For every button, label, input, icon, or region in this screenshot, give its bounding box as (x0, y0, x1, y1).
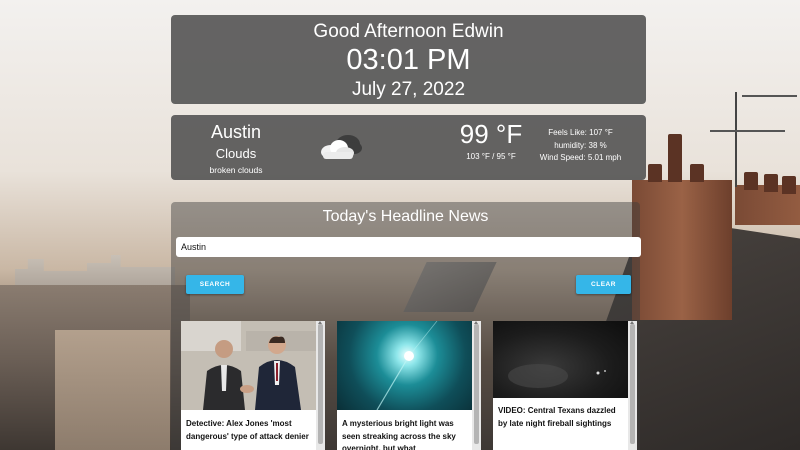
news-panel: Today's Headline News SEARCH CLEAR (171, 202, 641, 450)
antenna-bar (742, 95, 797, 97)
weather-city: Austin (210, 122, 262, 142)
card-scrollbar[interactable] (316, 321, 325, 450)
news-card[interactable]: A mysterious bright light was seen strea… (337, 321, 481, 450)
news-title: Today's Headline News (322, 208, 489, 225)
chimney-pot (782, 176, 796, 194)
feels-like: Feels Like: 107 °F (548, 128, 613, 137)
news-card[interactable]: VIDEO: Central Texans dazzled by late ni… (493, 321, 637, 450)
chimney-pot (764, 174, 778, 192)
wind-speed: Wind Speed: 5.01 mph (539, 153, 622, 162)
scroll-thumb[interactable] (318, 324, 323, 444)
chimney-pot (690, 164, 704, 182)
chimney-pot (648, 164, 662, 182)
news-image-handshake (181, 321, 316, 410)
chimney-pot (668, 134, 682, 182)
greeting-panel: Good Afternoon Edwin 03:01 PM July 27, 2… (171, 15, 646, 104)
scroll-thumb[interactable] (474, 324, 479, 444)
current-date: July 27, 2022 (351, 79, 466, 100)
humidity: humidity: 38 % (554, 140, 607, 150)
clear-button[interactable]: CLEAR (576, 275, 631, 294)
night-camera-photo (508, 364, 606, 388)
weather-panel: Austin Clouds broken clouds 99 °F 103 °F… (171, 115, 646, 180)
chimney-stack (632, 180, 732, 320)
tv-antenna (735, 92, 737, 187)
current-time: 03:01 PM (346, 44, 471, 76)
left-house (55, 330, 170, 450)
news-search-input[interactable] (176, 237, 641, 257)
card-scrollbar[interactable] (472, 321, 481, 450)
bright-light-photo (376, 321, 438, 410)
news-headline[interactable]: Detective: Alex Jones 'most dangerous' t… (186, 418, 311, 443)
weather-description: broken clouds (209, 165, 263, 175)
news-headline[interactable]: VIDEO: Central Texans dazzled by late ni… (498, 405, 623, 430)
search-button[interactable]: SEARCH (186, 275, 244, 294)
card-scrollbar[interactable] (628, 321, 637, 450)
news-image-bright-light (337, 321, 472, 410)
broken-clouds-icon (321, 135, 362, 159)
chimney-pot (744, 172, 758, 190)
news-card[interactable]: Detective: Alex Jones 'most dangerous' t… (181, 321, 325, 450)
scroll-thumb[interactable] (630, 324, 635, 444)
weather-details: Feels Like: 107 °F humidity: 38 % Wind S… (528, 127, 633, 165)
handshake-photo (181, 321, 316, 410)
greeting-text: Good Afternoon Edwin (313, 21, 504, 42)
news-image-night-camera (493, 321, 628, 398)
antenna-bar (710, 130, 785, 132)
news-headline[interactable]: A mysterious bright light was seen strea… (342, 418, 467, 450)
weather-condition: Clouds (215, 146, 257, 161)
